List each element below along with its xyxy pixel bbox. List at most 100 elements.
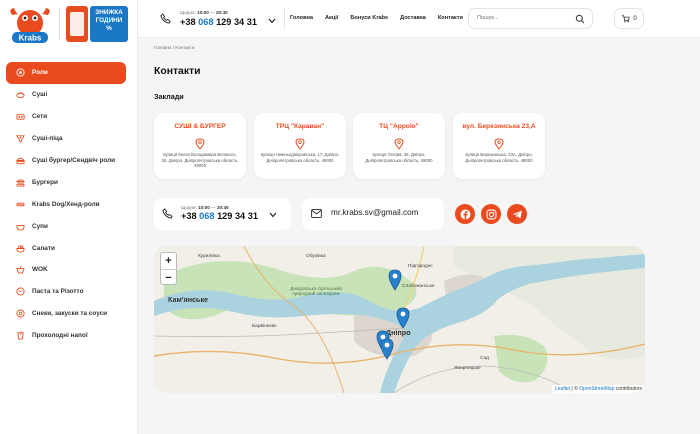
salad-icon [16,244,25,253]
sidebar-item-label: WOK [32,266,48,274]
location-pin-icon [195,138,205,150]
map-label-kurylivka: Курилівка [198,254,220,259]
working-hours: Щодня: 10:00 — 20:40 [180,10,228,15]
cart-count: 0 [633,15,637,22]
location-card[interactable]: вул. Березинська 23,А вулиця Березинська… [453,113,545,179]
phone-digits: 129 34 31 [217,211,258,221]
contact-row: Щодня: 10:00 — 20:40 +38 068 129 34 31 m… [154,198,654,230]
drink-icon [17,331,24,340]
nav-contacts[interactable]: Контакти [438,15,463,21]
sidebar-item-wok[interactable]: WOK [6,259,126,281]
wok-icon [16,266,25,275]
header-phone-number[interactable]: +38 068 129 34 31 [180,17,257,27]
contact-email[interactable]: mr.krabs.sv@gmail.com [331,208,418,217]
hours-from: 10:00 [198,205,210,210]
map-label-kamianske: Кам'янське [168,295,209,304]
main-nav: Головна Акції Бонуси Krabs Доставка Конт… [290,15,463,21]
cart-button[interactable]: 0 [614,8,644,29]
map-marker[interactable] [396,307,410,329]
chevron-down-icon[interactable] [269,212,277,218]
sidebar-item-label: Роли [32,69,48,77]
phone-prefix: +38 [180,17,196,27]
location-pin-icon [394,138,404,150]
phone-digits: 129 34 31 [216,17,257,27]
nav-home[interactable]: Головна [290,15,313,21]
sidebar-item-burgers[interactable]: Бургери [6,171,126,193]
zoom-in-button[interactable]: + [161,253,176,269]
cart-icon [622,15,630,23]
breadcrumb-home[interactable]: Головна [154,45,171,50]
contact-phone-number[interactable]: +38 068 129 34 31 [181,211,258,221]
sidebar-item-sets[interactable]: Сети [6,106,126,128]
sidebar-item-snacks[interactable]: Снеки, закуски та соуси [6,303,126,325]
location-name: СУШІ & БУРГЕР [174,123,226,130]
sidebar-item-label: Суші бургер/Сендвіч роли [32,157,116,164]
location-card[interactable]: ТЦ "Appolo" вулиця Титова, 36, Дніпро, Д… [353,113,445,179]
search-icon[interactable] [575,14,585,24]
sidebar-item-soups[interactable]: Супи [6,215,126,237]
chevron-down-icon[interactable] [268,18,276,24]
sidebar-item-krabs-dog[interactable]: Krabs Dog/Хенд-роли [6,193,126,215]
nav-delivery[interactable]: Доставка [400,15,426,21]
location-address: вулиця Князя Володимира Великого, 26, Дн… [161,152,239,169]
sidebar-item-label: Krabs Dog/Хенд-роли [32,200,100,208]
facebook-icon [460,209,470,219]
phone-code: 068 [198,17,214,27]
hours-separator: — [210,10,215,15]
instagram-button[interactable] [481,204,501,224]
osm-link[interactable]: OpenStreetMap [579,386,614,392]
map-label-obukhivka: Обухівка [306,254,326,259]
sidebar-item-rolls[interactable]: Роли [6,62,126,84]
sidebar-item-label: Суші [32,91,48,99]
location-card[interactable]: ТРЦ "Караван" вулиця Нижньодніпровська, … [254,113,346,179]
map-marker[interactable] [388,269,402,291]
leaflet-link[interactable]: Leaflet [555,386,570,392]
search-box [468,8,593,29]
sidebar-item-label: Прохолодні напої [32,332,88,340]
nav-promotions[interactable]: Акції [325,15,338,21]
location-name: вул. Березинська 23,А [462,123,536,130]
location-card[interactable]: СУШІ & БУРГЕР вулиця Князя Володимира Ве… [154,113,246,179]
set-icon [16,114,25,120]
hours-separator: — [211,205,216,210]
contact-phone-box: Щодня: 10:00 — 20:40 +38 068 129 34 31 [154,198,291,230]
promo-line-1: ЗНИЖКА [95,9,123,16]
hours-to: 20:40 [215,10,228,15]
phone-prefix: +38 [181,211,197,221]
top-header: Щодня: 10:00 — 20:40 +38 068 129 34 31 Г… [138,0,700,38]
facebook-button[interactable] [455,204,475,224]
sidebar-item-pasta[interactable]: Паста та Різотто [6,281,126,303]
search-input[interactable] [477,15,569,21]
sidebar-item-label: Супи [32,222,48,230]
location-address: вулиця Титова, 36, Дніпро, Дніпропетровс… [365,152,433,163]
sidebar-item-sushi-pizza[interactable]: Суші-піца [6,128,126,150]
hotdog-icon [16,202,25,207]
sidebar-item-salads[interactable]: Салати [6,237,126,259]
hours-prefix: Щодня: [181,205,197,210]
location-map[interactable]: Курилівка Обухівка Підгороднє Слобожансь… [154,246,645,393]
attribution-separator: | © [570,386,580,392]
working-hours: Щодня: 10:00 — 20:40 [181,205,229,210]
map-zoom-control: + − [160,252,177,285]
pasta-icon [16,287,25,296]
mail-icon [311,209,322,218]
location-pin-icon [295,138,305,150]
sidebar-item-sushi-burger[interactable]: Суші бургер/Сендвіч роли [6,150,126,172]
burger-roll-icon [16,157,25,165]
instagram-icon [486,209,496,219]
sidebar-item-sushi[interactable]: Суші [6,84,126,106]
telegram-button[interactable] [507,204,527,224]
nav-bonuses[interactable]: Бонуси Krabs [350,15,388,21]
map-label-nature-reserve: Дніпровсько-Орільський природний заповід… [290,286,342,297]
category-menu: Роли Суші Сети Суші-піца Суші бургер/Сен… [6,62,126,347]
sidebar-item-label: Паста та Різотто [32,288,84,296]
map-marker[interactable] [380,338,394,360]
promo-line-3: % [106,25,112,32]
hours-from: 10:00 [197,10,209,15]
promo-text: ЗНИЖКА ГОДИНИ % [90,9,128,33]
logo-divider [59,8,60,40]
zoom-out-button[interactable]: − [161,270,176,286]
brand-logo[interactable]: Krabs [6,5,54,45]
sidebar-item-drinks[interactable]: Прохолодні напої [6,325,126,347]
breadcrumb-current: Контакти [175,45,195,50]
